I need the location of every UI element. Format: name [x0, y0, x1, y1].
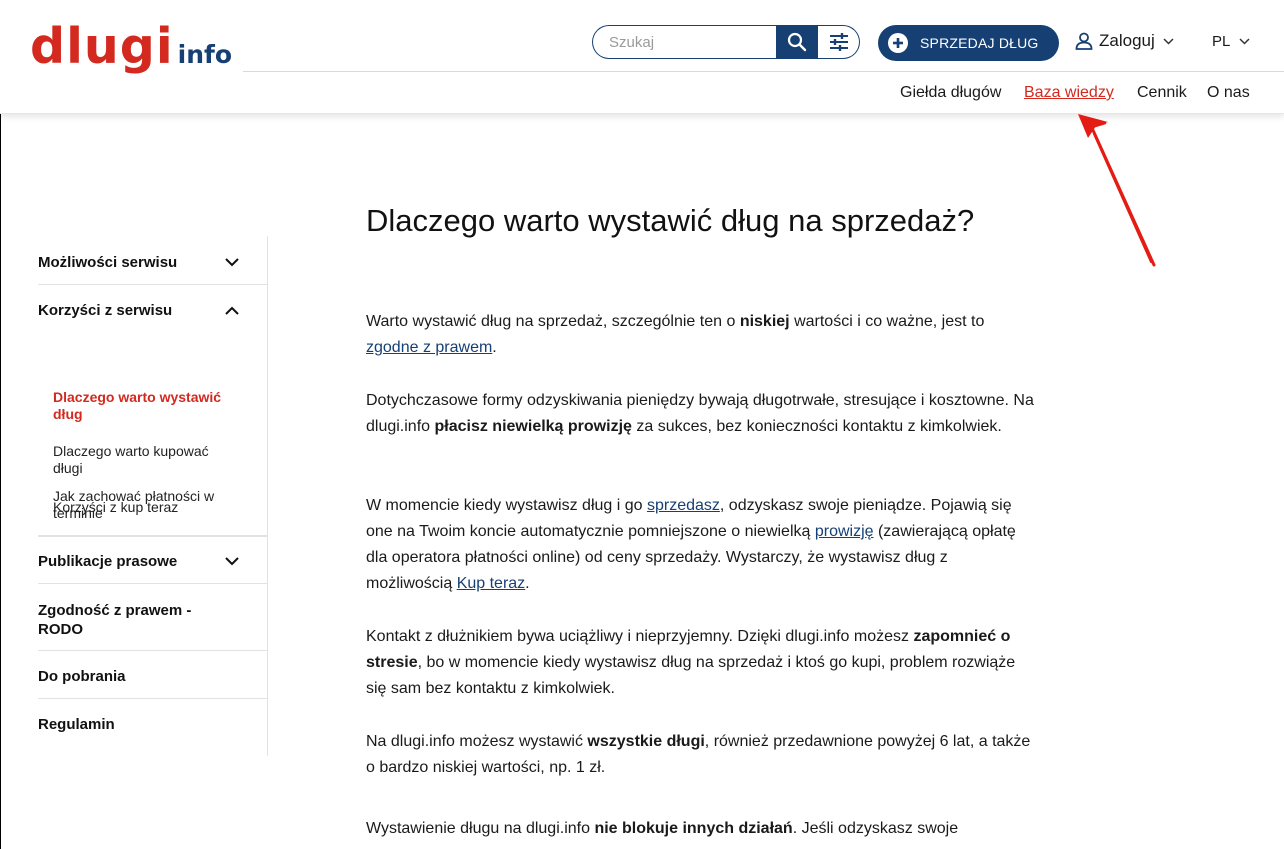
sidebar-section-header[interactable]: Publikacje prasowe: [38, 536, 267, 571]
paragraph-text: Warto wystawić dług na sprzedaż, szczegó…: [366, 313, 740, 330]
paragraph-bold: niskiej: [739, 313, 790, 330]
paragraph-text: Wystawienie długu na dlugi.info: [366, 820, 595, 837]
search-icon: [787, 32, 807, 52]
article-paragraph: Dotychczasowe formy odzyskiwania pienięd…: [366, 388, 1036, 440]
paragraph-text: Na dlugi.info możesz wystawić: [366, 733, 588, 750]
nav-cennik[interactable]: Cennik: [1137, 84, 1187, 102]
sidebar-section-label: Publikacje prasowe: [38, 553, 178, 570]
sidebar-section-label: Regulamin: [38, 716, 115, 733]
article-paragraph: Kontakt z dłużnikiem bywa uciążliwy i ni…: [366, 624, 1036, 702]
sidebar-section-rodo[interactable]: Zgodność z prawem - RODO: [38, 583, 267, 651]
login-label: Zaloguj: [1099, 31, 1155, 50]
main-nav: Giełda długów Baza wiedzy Cennik O nas: [0, 84, 1284, 104]
site-header: dlugi info Szukaj SPRZEDAJ DŁUG Zaloguj …: [0, 0, 1284, 114]
language-label: PL: [1212, 33, 1231, 50]
paragraph-text: . Jeśli odzyskasz swoje: [792, 820, 959, 837]
login-menu[interactable]: Zaloguj: [1075, 31, 1174, 51]
paragraph-text: za sukces, bez konieczności kontaktu z k…: [631, 418, 1002, 435]
search-input[interactable]: [592, 25, 776, 59]
chevron-down-icon: [225, 557, 239, 566]
plus-circle-icon: [888, 33, 908, 53]
paragraph-text: .: [492, 339, 497, 356]
link-zgodne-z-prawem[interactable]: zgodne z prawem: [366, 339, 492, 356]
paragraph-bold: płacisz niewielką prowizję: [434, 418, 632, 435]
sidebar-item-label: terminie: [53, 505, 103, 521]
window-border: [0, 0, 1, 849]
link-prowizje[interactable]: prowizję: [815, 523, 874, 540]
link-kup-teraz[interactable]: Kup teraz: [457, 575, 525, 592]
article-paragraph: Warto wystawić dług na sprzedaż, szczegó…: [366, 309, 1036, 361]
sidebar-item-label: Dlaczego warto kupować: [53, 443, 209, 459]
chevron-down-icon: [1239, 38, 1250, 45]
sliders-icon: [829, 33, 848, 51]
sidebar-menu: Możliwości serwisu Korzyści z serwisu Dl…: [38, 236, 268, 756]
page-title: Dlaczego warto wystawić dług na sprzedaż…: [366, 203, 975, 238]
sidebar-section-header[interactable]: Regulamin: [38, 698, 267, 734]
chevron-down-icon: [225, 258, 239, 267]
sidebar-section-label: Możliwości serwisu: [38, 254, 178, 271]
paragraph-text: W momencie kiedy wystawisz dług i go: [366, 497, 647, 514]
sidebar-section-label: Do pobrania: [38, 668, 126, 685]
paragraph-text: Kontakt z dłużnikiem bywa uciążliwy i ni…: [366, 628, 914, 645]
sell-debt-label: SPRZEDAJ DŁUG: [920, 35, 1039, 51]
link-sprzedasz[interactable]: sprzedasz: [647, 497, 720, 514]
sidebar-section-header[interactable]: Zgodność z prawem - RODO: [38, 583, 267, 639]
sidebar-section-regulamin[interactable]: Regulamin: [38, 698, 267, 746]
paragraph-text: , bo w momencie kiedy wystawisz dług na …: [366, 654, 1016, 697]
sidebar-item-platnosci[interactable]: Jak zachować płatności w terminie: [38, 488, 244, 522]
sidebar-section-mozliwosci[interactable]: Możliwości serwisu: [38, 236, 267, 285]
logo-sub-text: info: [177, 40, 233, 69]
paragraph-bold: nie blokuje innych działań: [594, 820, 793, 837]
sidebar-item-dlaczego-kupowac[interactable]: Dlaczego warto kupować długi: [38, 443, 239, 477]
sidebar-section-header[interactable]: Korzyści z serwisu: [38, 285, 267, 320]
article-paragraph: Na dlugi.info możesz wystawić wszystkie …: [366, 729, 1036, 781]
nav-baza-wiedzy[interactable]: Baza wiedzy: [1024, 84, 1114, 102]
sidebar-section-label: RODO: [38, 621, 83, 638]
sidebar-section-label: Korzyści z serwisu: [38, 302, 173, 319]
nav-o-nas[interactable]: O nas: [1207, 84, 1250, 102]
sidebar-section-do-pobrania[interactable]: Do pobrania: [38, 650, 267, 699]
paragraph-text: .: [525, 575, 530, 592]
sidebar-item-label: Dlaczego warto wystawić: [53, 389, 222, 405]
sidebar-item-dlaczego-wystawic[interactable]: Dlaczego warto wystawić dług: [38, 389, 251, 423]
sidebar-section-header[interactable]: Możliwości serwisu: [38, 236, 267, 272]
filter-button[interactable]: [818, 25, 860, 59]
search-button[interactable]: [776, 25, 818, 59]
sidebar-item-label: Jak zachować płatności w: [53, 488, 215, 504]
article-paragraph: W momencie kiedy wystawisz dług i go spr…: [366, 493, 1036, 597]
language-selector[interactable]: PL: [1212, 33, 1250, 50]
article-paragraph: Wystawienie długu na dlugi.info nie blok…: [366, 816, 1036, 842]
logo-main-text: dlugi: [30, 18, 174, 75]
user-icon: [1075, 32, 1093, 50]
sidebar-section-label: Zgodność z prawem -: [38, 602, 192, 619]
sidebar-item-label: dług: [53, 406, 83, 422]
paragraph-bold: wszystkie długi: [587, 733, 705, 750]
chevron-up-icon: [225, 306, 239, 315]
sidebar-section-header[interactable]: Do pobrania: [38, 650, 267, 686]
chevron-down-icon: [1163, 37, 1174, 45]
nav-gielda-dlugow[interactable]: Giełda długów: [900, 84, 1001, 102]
header-divider: [243, 71, 1284, 72]
site-logo[interactable]: dlugi info: [30, 22, 232, 72]
sidebar-section-publikacje[interactable]: Publikacje prasowe: [38, 536, 267, 584]
sidebar-item-label: długi: [53, 460, 83, 476]
search-bar: [592, 25, 868, 61]
sell-debt-button[interactable]: SPRZEDAJ DŁUG: [878, 25, 1059, 61]
paragraph-text: wartości i co ważne, jest to: [789, 313, 985, 330]
